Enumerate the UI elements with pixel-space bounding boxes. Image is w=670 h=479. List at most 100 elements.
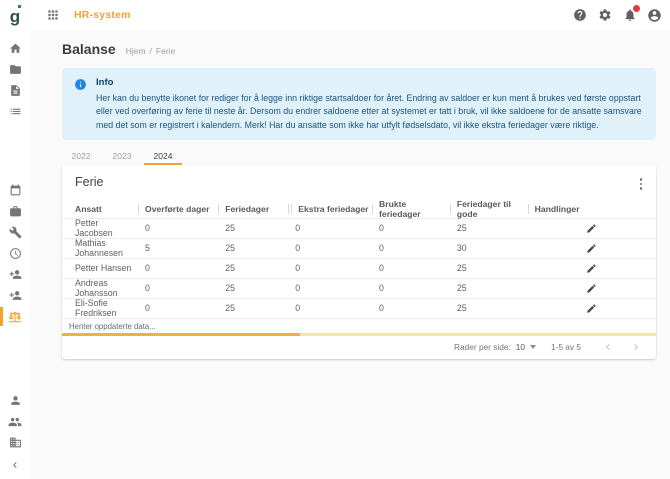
- breadcrumb-home[interactable]: Hjem: [126, 46, 146, 56]
- rows-per-page-select[interactable]: Rader per side: 10: [454, 342, 536, 352]
- next-page-button[interactable]: [628, 341, 644, 353]
- company-logo[interactable]: g: [0, 0, 30, 30]
- topbar-actions: [571, 7, 670, 24]
- cell-feriedager: 25: [218, 223, 288, 233]
- folder-icon: [9, 63, 22, 76]
- employee-name: Petter Jacobsen: [62, 218, 138, 238]
- rows-per-page-label: Rader per side:: [454, 342, 511, 352]
- pagination-range: 1-5 av 5: [551, 342, 581, 352]
- sidebar-item-history[interactable]: [0, 243, 30, 264]
- sidebar-item-tools[interactable]: [0, 222, 30, 243]
- main-content: Balanse Hjem / Ferie Info Her kan du ben…: [30, 30, 670, 479]
- progress-segment-light: [300, 333, 656, 336]
- gear-icon: [598, 8, 612, 22]
- cell-feriedager: 25: [218, 263, 288, 273]
- page-title: Balanse: [62, 41, 116, 57]
- edit-button[interactable]: [583, 262, 600, 275]
- rows-per-page-value: 10: [516, 342, 525, 352]
- user-add-icon: [9, 289, 22, 302]
- tab-2022[interactable]: 2022: [62, 148, 100, 165]
- cell-til-gode: 25: [450, 223, 528, 233]
- column-header-overforte-dager[interactable]: Overførte dager: [138, 200, 218, 218]
- briefcase-icon: [9, 205, 22, 218]
- table-header-row: Ansatt Overførte dager Feriedager Ekstra…: [62, 200, 656, 218]
- card-header: Ferie: [62, 165, 656, 200]
- tab-2024[interactable]: 2024: [144, 148, 182, 165]
- column-header-ansatt[interactable]: Ansatt: [62, 200, 138, 218]
- edit-button[interactable]: [583, 222, 600, 235]
- breadcrumb-separator: /: [150, 46, 152, 56]
- chevron-left-icon: [602, 341, 614, 353]
- pagination: Rader per side: 10 1-5 av 5: [62, 336, 656, 359]
- balance-scale-icon: [8, 310, 22, 324]
- table-row: Eli-Sofie Fredriksen 0 25 0 0 25: [62, 298, 656, 318]
- building-icon: [9, 436, 22, 449]
- help-button[interactable]: [571, 7, 588, 24]
- sidebar-item-employee[interactable]: [0, 390, 30, 411]
- column-header-feriedager[interactable]: Feriedager: [218, 200, 288, 218]
- cell-overforte: 0: [138, 263, 218, 273]
- help-icon: [573, 8, 587, 22]
- sidebar-item-calendar[interactable]: [0, 180, 30, 201]
- sidebar-item-home[interactable]: [0, 38, 30, 59]
- cell-brukte: 0: [372, 303, 450, 313]
- table-row: Mathias Johannesen 5 25 0 0 30: [62, 238, 656, 258]
- sidebar-item-add-user[interactable]: [0, 285, 30, 306]
- logo-dot: [18, 5, 21, 8]
- cell-overforte: 0: [138, 283, 218, 293]
- card-menu-button[interactable]: [634, 175, 649, 193]
- previous-page-button[interactable]: [600, 341, 616, 353]
- cell-til-gode: 30: [450, 243, 528, 253]
- breadcrumb-current: Ferie: [156, 46, 175, 56]
- employee-name: Andreas Johansson: [62, 278, 138, 298]
- column-header-feriedager-til-gode[interactable]: Feriedager til gode: [450, 200, 528, 218]
- account-button[interactable]: [646, 7, 663, 24]
- app-title: HR-system: [74, 9, 131, 21]
- notifications-button[interactable]: [621, 7, 638, 24]
- cell-ekstra: 0: [288, 243, 372, 253]
- pencil-icon: [586, 223, 597, 234]
- app-grid-button[interactable]: [45, 7, 61, 23]
- info-icon: [74, 78, 87, 91]
- sidebar: [0, 30, 30, 479]
- tab-2023[interactable]: 2023: [103, 148, 141, 165]
- info-banner: Info Her kan du benytte ikonet for redig…: [62, 68, 656, 140]
- sidebar-item-add-employee[interactable]: [0, 264, 30, 285]
- cell-overforte: 5: [138, 243, 218, 253]
- year-tabs: 2022 2023 2024: [62, 148, 656, 165]
- logo-letter: g: [10, 8, 20, 25]
- sidebar-item-documents[interactable]: [0, 80, 30, 101]
- info-title: Info: [96, 77, 644, 88]
- sidebar-item-groups[interactable]: [0, 411, 30, 432]
- settings-button[interactable]: [596, 7, 613, 24]
- info-icon-wrap: [74, 77, 87, 132]
- list-icon: [9, 105, 22, 118]
- table-row: Petter Jacobsen 0 25 0 0 25: [62, 218, 656, 238]
- edit-button[interactable]: [583, 242, 600, 255]
- breadcrumb: Hjem / Ferie: [126, 46, 176, 56]
- employee-name: Petter Hansen: [62, 263, 138, 273]
- sidebar-item-work[interactable]: [0, 201, 30, 222]
- edit-button[interactable]: [583, 282, 600, 295]
- notification-badge: [633, 5, 640, 12]
- app-window: g HR-system: [0, 0, 670, 479]
- sidebar-collapse-button[interactable]: [0, 453, 30, 477]
- cell-brukte: 0: [372, 223, 450, 233]
- sidebar-item-folder[interactable]: [0, 59, 30, 80]
- sidebar-item-balance[interactable]: [0, 306, 30, 327]
- cell-ekstra: 0: [288, 283, 372, 293]
- pencil-icon: [586, 283, 597, 294]
- sidebar-item-list[interactable]: [0, 101, 30, 122]
- info-text: Her kan du benytte ikonet for rediger fo…: [96, 92, 644, 132]
- edit-button[interactable]: [583, 302, 600, 315]
- cell-til-gode: 25: [450, 283, 528, 293]
- chevron-left-icon: [9, 459, 21, 471]
- column-header-handlinger[interactable]: Handlinger: [528, 200, 656, 218]
- sidebar-item-company[interactable]: [0, 432, 30, 453]
- column-header-ekstra-feriedager[interactable]: Ekstra feriedager: [288, 200, 372, 218]
- column-header-brukte-feriedager[interactable]: Brukte feriedager: [372, 200, 450, 218]
- loading-text: Henter oppdaterte data...: [62, 318, 656, 333]
- person-add-icon: [9, 268, 22, 281]
- cell-til-gode: 25: [450, 303, 528, 313]
- cell-ekstra: 0: [288, 303, 372, 313]
